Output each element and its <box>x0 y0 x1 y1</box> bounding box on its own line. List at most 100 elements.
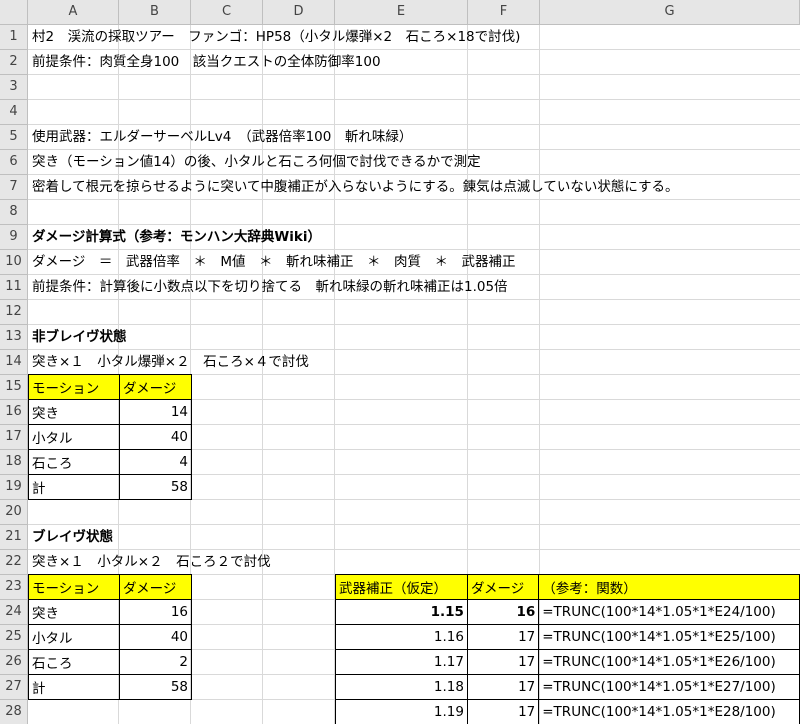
row-header-8[interactable]: 8 <box>0 200 28 225</box>
damage-cell[interactable]: 40 <box>119 424 192 450</box>
damage-cell[interactable]: 58 <box>119 674 192 700</box>
row-header-15[interactable]: 15 <box>0 375 28 400</box>
row-header-12[interactable]: 12 <box>0 300 28 325</box>
damage-cell[interactable]: 4 <box>119 449 192 475</box>
row-header-10[interactable]: 10 <box>0 250 28 275</box>
grid-line <box>28 199 800 200</box>
row-header-16[interactable]: 16 <box>0 400 28 425</box>
table-row: 1.18 17 =TRUNC(100*14*1.05*1*E27/100) <box>335 674 800 700</box>
motion-cell[interactable]: 小タル <box>28 424 120 450</box>
column-header-d[interactable]: D <box>263 0 335 25</box>
damage-cell[interactable]: 2 <box>119 649 192 675</box>
row-header-7[interactable]: 7 <box>0 175 28 200</box>
table-row: 計 58 <box>28 474 192 500</box>
row-header-28[interactable]: 28 <box>0 700 28 724</box>
row-header-20[interactable]: 20 <box>0 500 28 525</box>
modifier-cell[interactable]: 1.18 <box>335 674 468 700</box>
table-header-formula[interactable]: （参考：関数） <box>538 574 800 600</box>
damage-cell[interactable]: 17 <box>466 699 540 724</box>
table-row: 小タル 40 <box>28 424 192 450</box>
table-row: 石ころ 4 <box>28 449 192 475</box>
modifier-cell[interactable]: 1.19 <box>335 699 468 724</box>
formula-heading: ダメージ計算式（参考：モンハン大辞典Wiki） <box>32 229 321 245</box>
row-header-13[interactable]: 13 <box>0 325 28 350</box>
formula-cell[interactable]: =TRUNC(100*14*1.05*1*E28/100) <box>538 699 800 724</box>
damage-cell[interactable]: 16 <box>466 599 540 625</box>
title-line: 村2 渓流の採取ツアー ファンゴ：HP58（小タル爆弾×2 石ころ×18で討伐) <box>32 29 521 45</box>
damage-cell[interactable]: 17 <box>466 674 540 700</box>
table-header-weapon-modifier[interactable]: 武器補正（仮定） <box>335 574 468 600</box>
table-header-damage[interactable]: ダメージ <box>119 374 192 400</box>
damage-cell[interactable]: 40 <box>119 624 192 650</box>
row-header-22[interactable]: 22 <box>0 550 28 575</box>
row-header-21[interactable]: 21 <box>0 525 28 550</box>
column-header-a[interactable]: A <box>28 0 119 25</box>
row-header-4[interactable]: 4 <box>0 100 28 125</box>
non-brave-heading: 非ブレイヴ状態 <box>32 329 127 345</box>
formula-cell[interactable]: =TRUNC(100*14*1.05*1*E26/100) <box>538 649 800 675</box>
row-header-23[interactable]: 23 <box>0 575 28 600</box>
grid-line <box>28 99 800 100</box>
damage-cell[interactable]: 58 <box>119 474 192 500</box>
non-brave-summary: 突き×１ 小タル爆弾×２ 石ころ×４で討伐 <box>32 354 309 370</box>
table-header-motion[interactable]: モーション <box>28 574 120 600</box>
formula-cell[interactable]: =TRUNC(100*14*1.05*1*E24/100) <box>538 599 800 625</box>
table-header-damage[interactable]: ダメージ <box>119 574 192 600</box>
table-header-motion[interactable]: モーション <box>28 374 120 400</box>
row-header-5[interactable]: 5 <box>0 125 28 150</box>
method-line: 突き（モーション値14）の後、小タルと石ころ何個で討伐できるかで測定 <box>32 154 481 170</box>
row-header-14[interactable]: 14 <box>0 350 28 375</box>
damage-cell[interactable]: 14 <box>119 399 192 425</box>
column-header-g[interactable]: G <box>540 0 800 25</box>
damage-cell[interactable]: 17 <box>466 649 540 675</box>
spreadsheet-grid[interactable]: A B C D E F G 1 2 3 4 5 6 7 8 9 10 11 12 13 14 15 16 17 1… <box>0 0 800 724</box>
non-brave-damage-table: モーション ダメージ 突き 14 小タル 40 石ころ 4 計 58 <box>28 374 192 500</box>
motion-cell[interactable]: 突き <box>28 599 120 625</box>
grid-line <box>28 299 800 300</box>
column-header-b[interactable]: B <box>119 0 191 25</box>
column-header-e[interactable]: E <box>335 0 468 25</box>
motion-cell[interactable]: 突き <box>28 399 120 425</box>
motion-cell[interactable]: 石ころ <box>28 449 120 475</box>
modifier-cell[interactable]: 1.17 <box>335 649 468 675</box>
formula-cell[interactable]: =TRUNC(100*14*1.05*1*E25/100) <box>538 624 800 650</box>
select-all-corner[interactable] <box>0 0 28 25</box>
row-header-2[interactable]: 2 <box>0 50 28 75</box>
table-header-damage[interactable]: ダメージ <box>466 574 540 600</box>
table-row: 1.16 17 =TRUNC(100*14*1.05*1*E25/100) <box>335 624 800 650</box>
row-header-9[interactable]: 9 <box>0 225 28 250</box>
column-header-f[interactable]: F <box>468 0 540 25</box>
table-row: 石ころ 2 <box>28 649 192 675</box>
grid-line <box>28 324 800 325</box>
grid-line <box>28 74 800 75</box>
motion-cell[interactable]: 石ころ <box>28 649 120 675</box>
damage-cell[interactable]: 16 <box>119 599 192 625</box>
row-header-25[interactable]: 25 <box>0 625 28 650</box>
row-header-1[interactable]: 1 <box>0 25 28 50</box>
formula-cell[interactable]: =TRUNC(100*14*1.05*1*E27/100) <box>538 674 800 700</box>
row-header-11[interactable]: 11 <box>0 275 28 300</box>
table-row: 1.15 16 =TRUNC(100*14*1.05*1*E24/100) <box>335 599 800 625</box>
grid-line <box>28 524 800 525</box>
brave-heading: ブレイヴ状態 <box>32 529 113 545</box>
motion-cell[interactable]: 小タル <box>28 624 120 650</box>
row-header-19[interactable]: 19 <box>0 475 28 500</box>
row-header-26[interactable]: 26 <box>0 650 28 675</box>
note-line: 密着して根元を掠らせるように突いて中腹補正が入らないようにする。錬気は点滅してい… <box>32 179 679 195</box>
damage-cell[interactable]: 17 <box>466 624 540 650</box>
row-header-3[interactable]: 3 <box>0 75 28 100</box>
row-header-17[interactable]: 17 <box>0 425 28 450</box>
motion-cell[interactable]: 計 <box>28 474 120 500</box>
row-header-27[interactable]: 27 <box>0 675 28 700</box>
weapon-modifier-table: 武器補正（仮定） ダメージ （参考：関数） 1.15 16 =TRUNC(100… <box>335 574 800 724</box>
motion-cell[interactable]: 計 <box>28 674 120 700</box>
row-header-18[interactable]: 18 <box>0 450 28 475</box>
modifier-cell[interactable]: 1.15 <box>335 599 468 625</box>
table-row: 突き 14 <box>28 399 192 425</box>
modifier-cell[interactable]: 1.16 <box>335 624 468 650</box>
row-header-24[interactable]: 24 <box>0 600 28 625</box>
table-row: 小タル 40 <box>28 624 192 650</box>
column-header-c[interactable]: C <box>191 0 263 25</box>
row-header-6[interactable]: 6 <box>0 150 28 175</box>
weapon-line: 使用武器：エルダーサーベルLv4 （武器倍率100 斬れ味緑） <box>32 129 413 145</box>
